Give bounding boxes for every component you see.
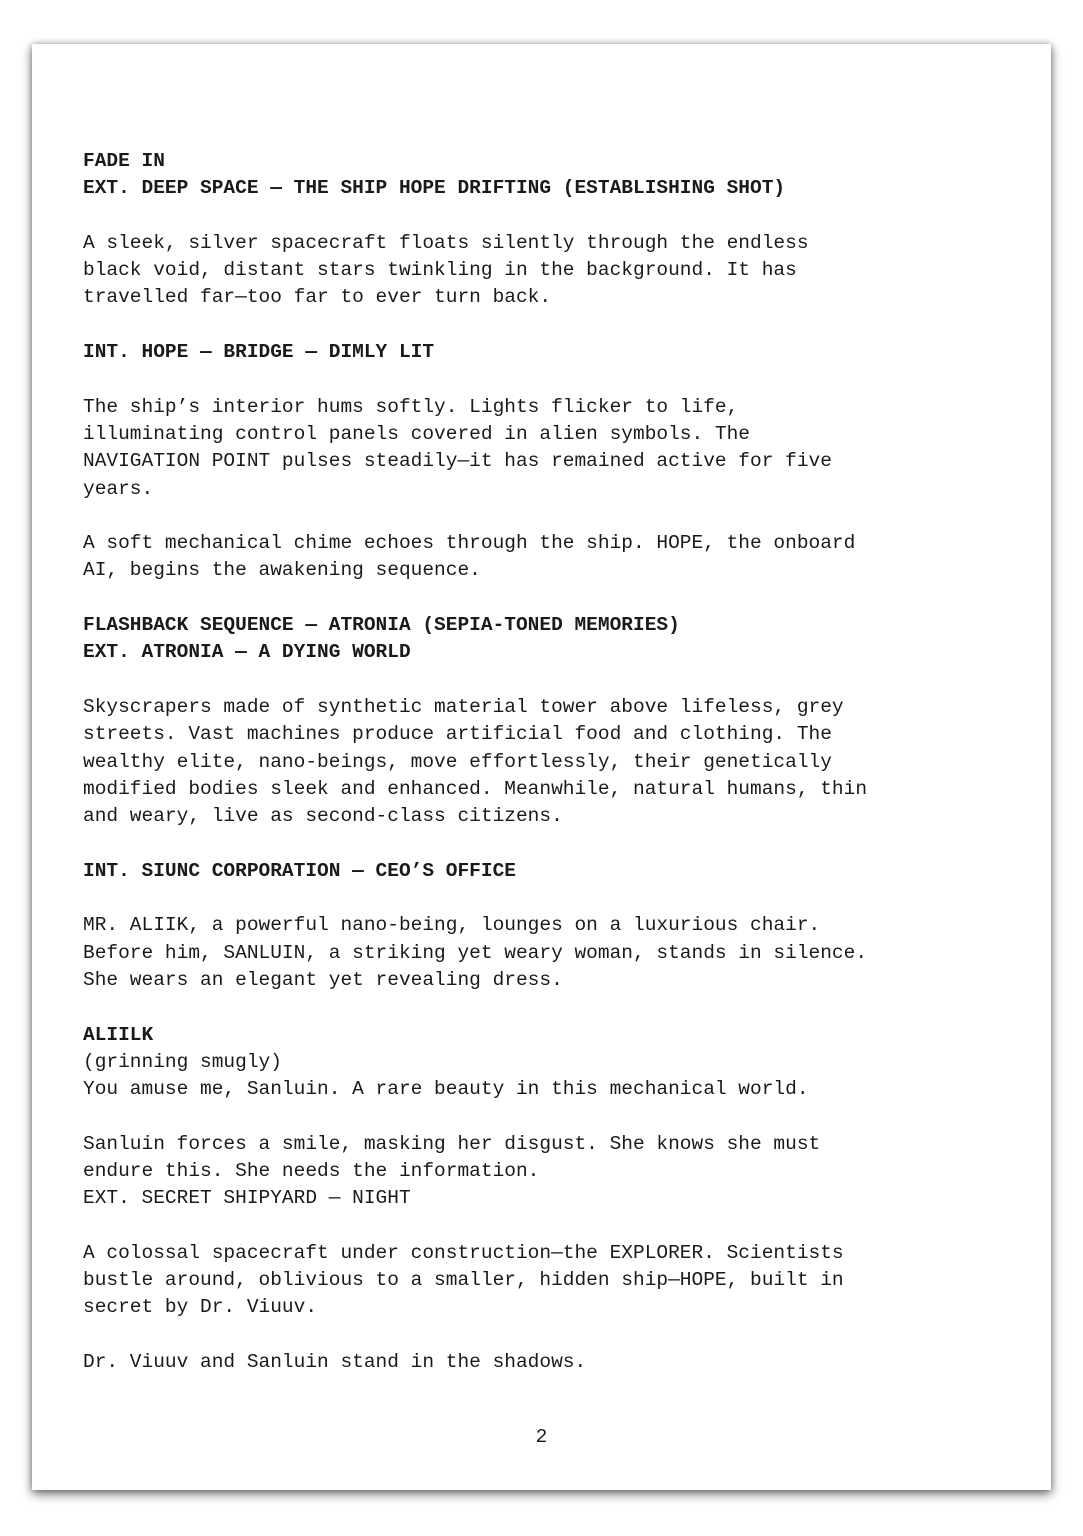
- action-line: A colossal spacecraft under construction…: [83, 1241, 844, 1264]
- action-line: streets. Vast machines produce artificia…: [83, 723, 832, 746]
- dialogue: You amuse me, Sanluin. A rare beauty in …: [83, 1078, 809, 1101]
- action-line: Before him, SANLUIN, a striking yet wear…: [83, 941, 868, 964]
- action-line: modified bodies sleek and enhanced. Mean…: [83, 777, 868, 800]
- script-page: FADE IN EXT. DEEP SPACE — THE SHIP HOPE …: [32, 44, 1051, 1490]
- scene-heading-bridge: INT. HOPE — BRIDGE — DIMLY LIT: [83, 341, 435, 364]
- parenthetical: (grinning smugly): [83, 1050, 282, 1073]
- action-line: illuminating control panels covered in a…: [83, 422, 751, 445]
- screenplay-body: FADE IN EXT. DEEP SPACE — THE SHIP HOPE …: [83, 148, 983, 1376]
- scene-heading-deep-space: EXT. DEEP SPACE — THE SHIP HOPE DRIFTING…: [83, 177, 786, 200]
- scene-heading-atronia: EXT. ATRONIA — A DYING WORLD: [83, 641, 411, 664]
- action-line: MR. ALIIK, a powerful nano-being, lounge…: [83, 914, 821, 937]
- action-line: Skyscrapers made of synthetic material t…: [83, 695, 844, 718]
- action-line: endure this. She needs the information.: [83, 1159, 540, 1182]
- action-line: secret by Dr. Viuuv.: [83, 1296, 318, 1319]
- action-line: years.: [83, 477, 154, 500]
- scene-heading-ceo-office: INT. SIUNC CORPORATION — CEO’S OFFICE: [83, 859, 516, 882]
- action-line: Sanluin forces a smile, masking her disg…: [83, 1132, 821, 1155]
- action-line: AI, begins the awakening sequence.: [83, 559, 481, 582]
- action-line: and weary, live as second-class citizens…: [83, 805, 563, 828]
- character-name: ALIILK: [83, 1023, 154, 1046]
- action-line: NAVIGATION POINT pulses steadily—it has …: [83, 450, 832, 473]
- action-line: A sleek, silver spacecraft floats silent…: [83, 231, 809, 254]
- action-line: bustle around, oblivious to a smaller, h…: [83, 1269, 844, 1292]
- action-line: The ship’s interior hums softly. Lights …: [83, 395, 739, 418]
- action-line: She wears an elegant yet revealing dress…: [83, 968, 563, 991]
- transition-fade-in: FADE IN: [83, 150, 165, 172]
- action-line: A soft mechanical chime echoes through t…: [83, 532, 856, 555]
- action-line: wealthy elite, nano-beings, move effortl…: [83, 750, 832, 773]
- action-line: Dr. Viuuv and Sanluin stand in the shado…: [83, 1351, 587, 1374]
- action-line: black void, distant stars twinkling in t…: [83, 259, 797, 282]
- action-line: travelled far—too far to ever turn back.: [83, 286, 552, 309]
- scene-heading-shipyard: EXT. SECRET SHIPYARD — NIGHT: [83, 1187, 411, 1210]
- page-number: 2: [535, 1426, 548, 1448]
- scene-heading-flashback: FLASHBACK SEQUENCE — ATRONIA (SEPIA-TONE…: [83, 614, 680, 637]
